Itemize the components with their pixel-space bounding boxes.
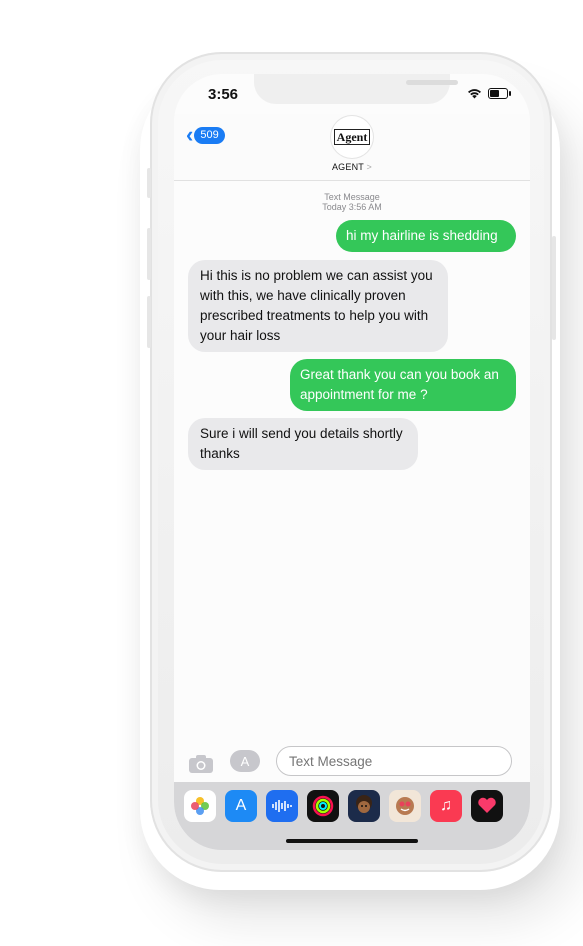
app-store-icon[interactable]: A: [225, 790, 257, 822]
animoji-icon[interactable]: [389, 790, 421, 822]
memoji-icon[interactable]: [348, 790, 380, 822]
composer: A: [174, 744, 530, 780]
activity-icon[interactable]: [307, 790, 339, 822]
mute-switch: [147, 168, 151, 198]
chevron-left-icon: ‹: [186, 122, 194, 147]
contact-name[interactable]: AGENT >: [174, 162, 530, 172]
audio-message-icon[interactable]: [266, 790, 298, 822]
unread-badge: 509: [194, 126, 225, 144]
status-time: 3:56: [208, 86, 239, 103]
wifi-icon: [467, 88, 482, 99]
imessage-app-strip: A ♫: [174, 782, 530, 850]
photos-icon[interactable]: [184, 790, 216, 822]
message-input[interactable]: [276, 746, 512, 776]
service-label: Text Message: [324, 192, 380, 202]
back-button[interactable]: ‹ 509: [186, 122, 225, 147]
message-meta: Text Message Today 3:56 AM: [174, 192, 530, 212]
speaker: [406, 80, 458, 85]
power-button: [552, 236, 556, 340]
message-bubble-received[interactable]: Sure i will send you details shortly tha…: [188, 418, 418, 470]
avatar[interactable]: Agent: [331, 116, 373, 158]
timestamp: Today 3:56 AM: [322, 202, 382, 212]
message-bubble-received[interactable]: Hi this is no problem we can assist you …: [188, 260, 448, 352]
message-bubble-sent[interactable]: Great thank you can you book an appointm…: [290, 359, 516, 411]
phone-screen: 3:56 ‹ 509 Agent AGENT > Text Message To…: [174, 74, 530, 850]
volume-up-button: [147, 228, 151, 280]
avatar-logo: Agent: [333, 129, 371, 145]
app-store-drawer-icon[interactable]: A: [230, 750, 260, 772]
chevron-right-icon: >: [366, 162, 372, 172]
battery-icon: [488, 88, 511, 99]
status-icons: [467, 88, 511, 99]
music-icon[interactable]: ♫: [430, 790, 462, 822]
home-indicator[interactable]: [286, 839, 418, 843]
notch: [254, 74, 458, 104]
volume-down-button: [147, 296, 151, 348]
message-bubble-sent[interactable]: hi my hairline is shedding: [336, 220, 516, 252]
contact-name-label: AGENT: [331, 162, 364, 172]
camera-icon[interactable]: [188, 754, 214, 779]
digital-touch-icon[interactable]: [471, 790, 503, 822]
conversation-header: ‹ 509 Agent AGENT >: [174, 114, 530, 181]
